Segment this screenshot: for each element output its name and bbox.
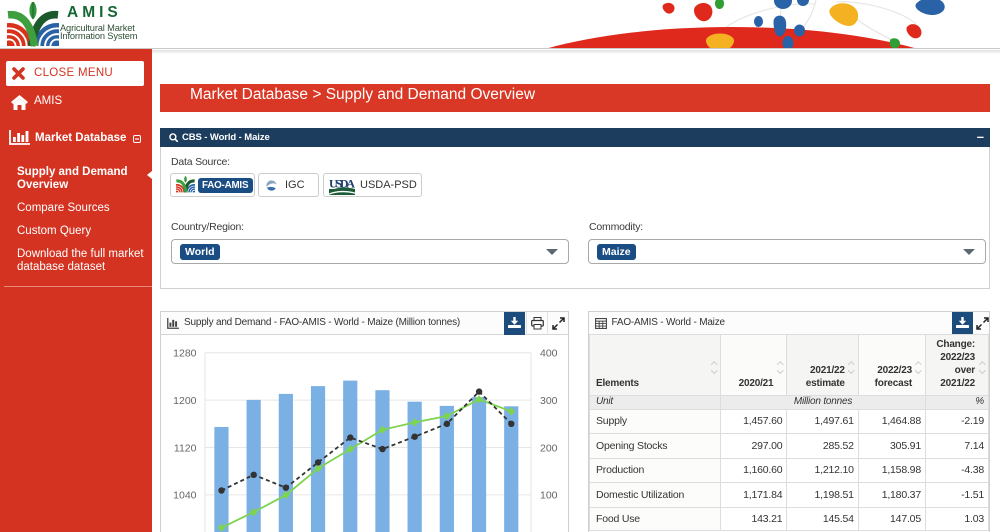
svg-text:200: 200 (540, 442, 558, 454)
svg-text:1280: 1280 (173, 347, 197, 359)
svg-text:USDA: USDA (329, 177, 355, 191)
svg-text:1200: 1200 (173, 394, 197, 406)
svg-text:1120: 1120 (174, 442, 197, 454)
svg-text:400: 400 (540, 347, 558, 359)
svg-text:1040: 1040 (173, 489, 197, 501)
svg-text:100: 100 (540, 489, 558, 501)
svg-text:300: 300 (540, 394, 558, 406)
